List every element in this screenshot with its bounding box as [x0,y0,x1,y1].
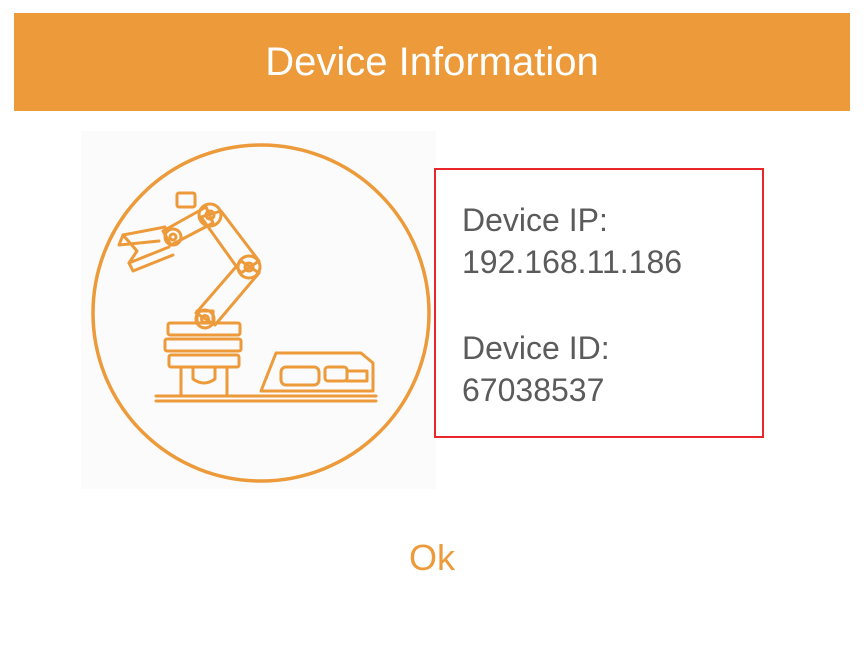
robotic-arm-icon [81,131,436,489]
device-ip-label: Device IP: [462,202,608,238]
dialog-title: Device Information [265,39,599,84]
device-id-label: Device ID: [462,330,610,366]
dialog-header: Device Information [14,13,850,111]
device-info-panel: Device IP: 192.168.11.186 Device ID: 670… [434,168,764,438]
device-information-dialog: Device Information Device IP: 192.168.11… [14,13,850,635]
device-ip-value: 192.168.11.186 [462,244,683,280]
device-id-value: 67038537 [462,372,605,408]
ok-button[interactable]: Ok [382,533,482,583]
